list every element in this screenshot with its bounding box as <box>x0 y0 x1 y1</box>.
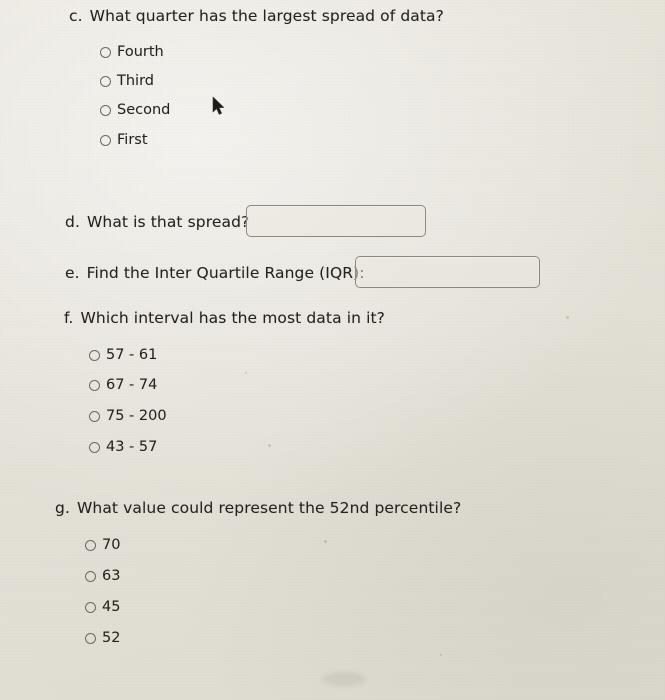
radio-circle-icon[interactable] <box>100 134 111 146</box>
option-g-63[interactable]: 63 <box>85 569 120 584</box>
question-e-prompt: Find the Inter Quartile Range (IQR): <box>86 264 365 282</box>
option-c-first[interactable]: First <box>100 133 148 148</box>
question-c-prompt: What quarter has the largest spread of d… <box>89 7 444 25</box>
iqr-answer-input[interactable] <box>355 256 540 288</box>
option-g-70[interactable]: 70 <box>85 538 120 553</box>
radio-circle-icon[interactable] <box>89 379 100 391</box>
radio-circle-icon[interactable] <box>85 632 96 644</box>
option-c-fourth-label: Fourth <box>117 44 164 60</box>
option-f-57-61[interactable]: 57 - 61 <box>89 348 157 363</box>
option-g-52-label: 52 <box>102 630 121 646</box>
option-c-fourth[interactable]: Fourth <box>100 45 164 60</box>
option-c-first-label: First <box>117 132 148 148</box>
option-f-43-57-label: 43 - 57 <box>106 439 158 455</box>
option-f-75-200-label: 75 - 200 <box>106 408 167 424</box>
radio-circle-icon[interactable] <box>89 441 100 453</box>
arrow-pointer-icon <box>212 96 225 115</box>
spread-answer-input[interactable] <box>246 205 426 237</box>
question-g-prompt: What value could represent the 52nd perc… <box>76 499 462 517</box>
question-g: g. What value could represent the 52nd p… <box>55 499 461 517</box>
radio-circle-icon[interactable] <box>85 601 96 613</box>
question-d-letter: d. <box>65 213 80 231</box>
option-g-63-label: 63 <box>102 568 121 584</box>
radio-circle-icon[interactable] <box>100 104 111 116</box>
question-f-prompt: Which interval has the most data in it? <box>80 309 385 327</box>
option-c-second[interactable]: Second <box>100 103 170 118</box>
question-d-prompt: What is that spread? <box>86 213 250 231</box>
question-f-letter: f. <box>64 309 74 327</box>
radio-circle-icon[interactable] <box>89 410 100 422</box>
question-f: f. Which interval has the most data in i… <box>64 309 385 327</box>
question-c: c. What quarter has the largest spread o… <box>69 7 444 25</box>
option-g-70-label: 70 <box>102 537 121 553</box>
question-e-letter: e. <box>65 264 80 282</box>
question-c-letter: c. <box>69 7 83 25</box>
option-f-57-61-label: 57 - 61 <box>106 347 158 363</box>
question-e: e. Find the Inter Quartile Range (IQR): <box>65 264 365 282</box>
radio-circle-icon[interactable] <box>100 46 111 58</box>
option-c-third[interactable]: Third <box>100 74 154 89</box>
question-g-letter: g. <box>55 499 70 517</box>
option-g-45-label: 45 <box>102 599 121 615</box>
option-f-43-57[interactable]: 43 - 57 <box>89 440 157 455</box>
radio-circle-icon[interactable] <box>85 570 96 582</box>
question-d: d. What is that spread? <box>65 213 249 231</box>
radio-circle-icon[interactable] <box>100 75 111 87</box>
option-c-second-label: Second <box>117 102 171 118</box>
option-c-third-label: Third <box>117 73 154 89</box>
radio-circle-icon[interactable] <box>89 349 100 361</box>
option-f-67-74[interactable]: 67 - 74 <box>89 378 157 393</box>
radio-circle-icon[interactable] <box>85 539 96 551</box>
option-g-52[interactable]: 52 <box>85 631 120 646</box>
option-f-67-74-label: 67 - 74 <box>106 377 158 393</box>
option-g-45[interactable]: 45 <box>85 600 120 615</box>
option-f-75-200[interactable]: 75 - 200 <box>89 409 167 424</box>
